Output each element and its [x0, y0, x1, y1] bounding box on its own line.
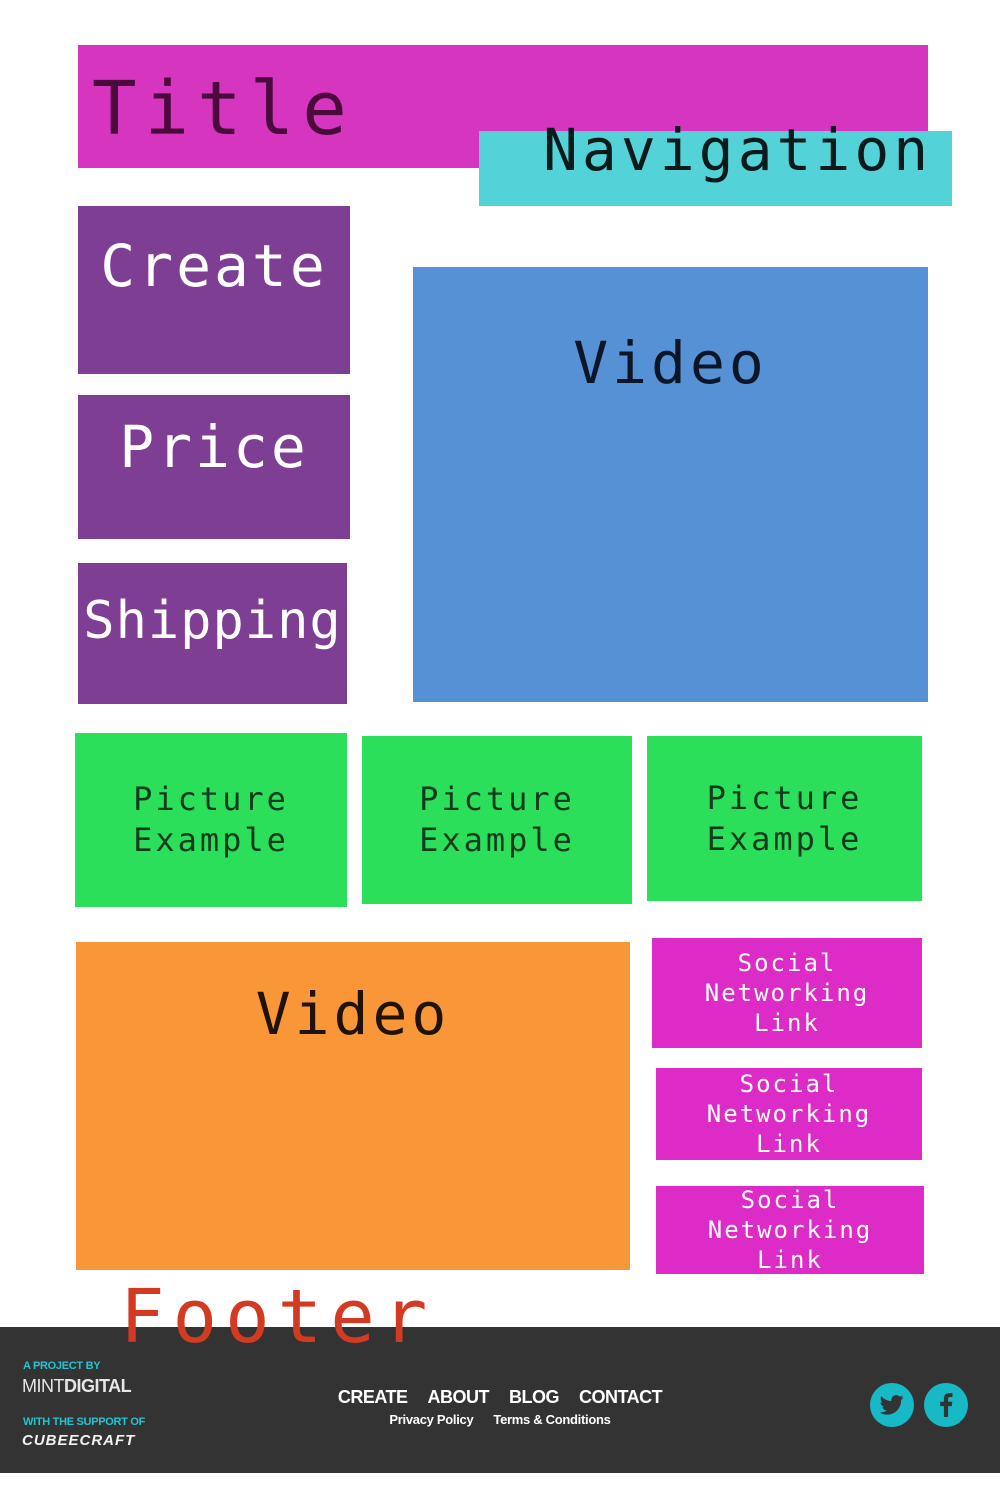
footer-nav-create[interactable]: CREATE: [338, 1387, 408, 1408]
social-label-line1: Social Networking: [704, 949, 870, 1007]
shipping-label: Shipping: [83, 591, 342, 651]
picture-label-line1: Picture: [419, 780, 575, 818]
social-networking-link[interactable]: Social Networking Link: [656, 1068, 922, 1160]
footer-nav: CREATE ABOUT BLOG CONTACT: [0, 1387, 1000, 1408]
social-networking-link[interactable]: Social Networking Link: [656, 1186, 924, 1274]
picture-example: Picture Example: [647, 736, 922, 901]
price-placeholder: Price: [78, 395, 350, 539]
picture-label-line1: Picture: [706, 778, 863, 817]
title-label: Title: [92, 66, 355, 152]
picture-label-line2: Example: [419, 821, 575, 859]
picture-label-line2: Example: [706, 819, 863, 858]
partner-logo[interactable]: CUBEECRAFT: [22, 1432, 135, 1449]
twitter-button[interactable]: [870, 1383, 914, 1427]
picture-example: Picture Example: [75, 733, 347, 907]
create-label: Create: [100, 232, 328, 300]
footer-legal-links: Privacy Policy Terms & Conditions: [0, 1411, 1000, 1429]
footer-label: Footer: [120, 1274, 436, 1360]
create-placeholder[interactable]: Create: [78, 206, 350, 374]
picture-label-line1: Picture: [133, 780, 289, 818]
video-label: Video: [255, 980, 451, 1048]
project-by-label: A PROJECT BY: [23, 1360, 101, 1372]
terms-conditions-link[interactable]: Terms & Conditions: [493, 1412, 610, 1427]
social-label-line1: Social Networking: [706, 1070, 872, 1128]
social-label-line2: Link: [757, 1246, 823, 1274]
video-label: Video: [573, 329, 768, 397]
video-player-bottom[interactable]: Video: [76, 942, 630, 1270]
price-label: Price: [119, 413, 309, 481]
footer-nav-contact[interactable]: CONTACT: [579, 1387, 663, 1408]
privacy-policy-link[interactable]: Privacy Policy: [389, 1412, 473, 1427]
social-networking-link[interactable]: Social Networking Link: [652, 938, 922, 1048]
facebook-icon: [940, 1393, 953, 1417]
footer-nav-about[interactable]: ABOUT: [428, 1387, 490, 1408]
navigation-label: Navigation: [543, 116, 933, 184]
footer-nav-blog[interactable]: BLOG: [509, 1387, 560, 1408]
picture-label-line2: Example: [133, 821, 289, 859]
shipping-placeholder: Shipping: [78, 563, 347, 704]
social-label-line2: Link: [756, 1130, 822, 1158]
picture-example: Picture Example: [362, 736, 632, 904]
social-label-line2: Link: [754, 1009, 820, 1037]
social-label-line1: Social Networking: [707, 1186, 873, 1244]
facebook-button[interactable]: [924, 1383, 968, 1427]
twitter-icon: [880, 1395, 904, 1415]
video-player-top[interactable]: Video: [413, 267, 928, 702]
